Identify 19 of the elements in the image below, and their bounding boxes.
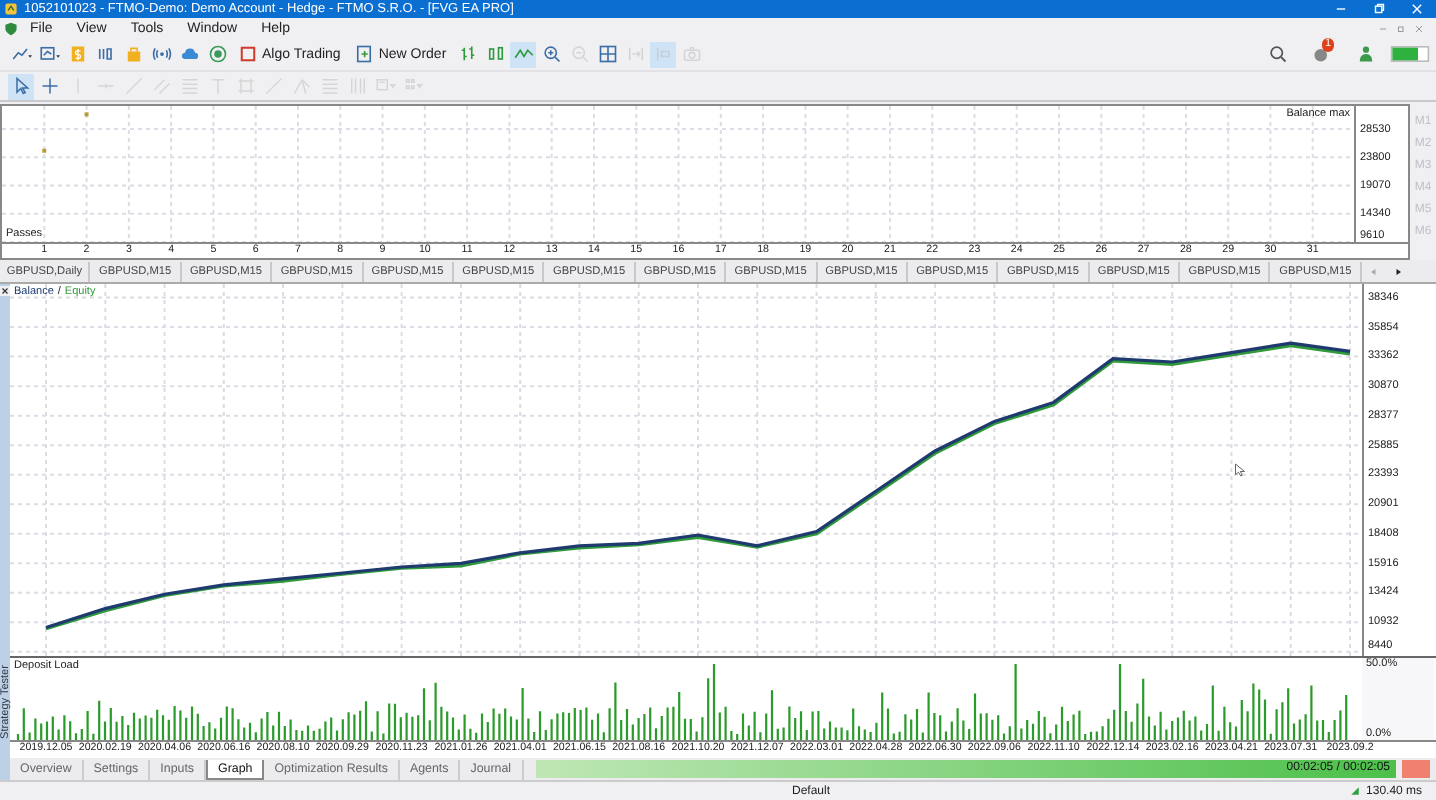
app-icon	[4, 2, 18, 16]
tile-icon[interactable]	[594, 41, 621, 67]
shield-icon	[4, 21, 18, 35]
signal-icon	[1350, 786, 1361, 796]
close-icon[interactable]	[0, 286, 10, 296]
connection-icon	[1388, 46, 1432, 62]
restore-icon[interactable]	[1396, 23, 1406, 33]
minimize-icon[interactable]	[1378, 23, 1388, 33]
zoom-in-icon[interactable]	[538, 41, 565, 67]
document-plus-icon	[354, 44, 375, 64]
stop-button[interactable]	[1402, 760, 1430, 779]
square-icon	[238, 44, 258, 64]
search-icon[interactable]	[1268, 44, 1288, 64]
minimize-icon[interactable]	[1334, 2, 1348, 16]
scroll-left-icon[interactable]	[1367, 265, 1380, 277]
mouse-cursor-icon	[1234, 462, 1246, 478]
cursor-icon[interactable]	[8, 73, 34, 99]
person-icon[interactable]	[1356, 44, 1376, 64]
scroll-right-icon[interactable]	[1391, 265, 1404, 277]
